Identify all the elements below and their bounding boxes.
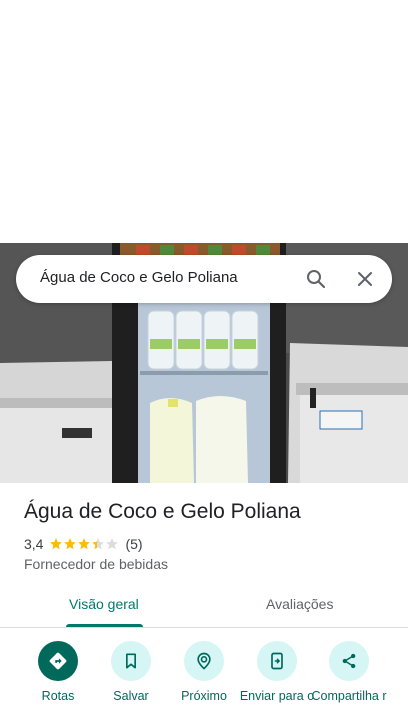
share-button[interactable]: Compartilha r <box>309 641 389 703</box>
reviews-count[interactable]: (5) <box>125 536 142 552</box>
directions-label: Rotas <box>41 689 75 703</box>
map-area <box>0 0 408 243</box>
close-icon[interactable] <box>353 267 377 291</box>
rating-row[interactable]: 3,4 (5) <box>24 536 143 552</box>
tab-bar: Visão geral Avaliações <box>0 584 408 628</box>
place-title: Água de Coco e Gelo Poliana <box>24 500 301 523</box>
star-icon <box>78 538 91 550</box>
tab-reviews[interactable]: Avaliações <box>266 596 333 612</box>
save-button[interactable]: Salvar <box>91 641 171 703</box>
star-icon <box>106 538 119 550</box>
save-label: Salvar <box>113 689 149 703</box>
rating-value: 3,4 <box>24 536 44 552</box>
place-category: Fornecedor de bebidas <box>24 556 168 572</box>
send-to-phone-icon <box>257 641 297 681</box>
bookmark-icon <box>111 641 151 681</box>
nearby-label: Próximo <box>181 689 227 703</box>
directions-button[interactable]: Rotas <box>18 641 98 703</box>
tab-overview[interactable]: Visão geral <box>69 596 139 612</box>
star-icon <box>92 538 105 550</box>
active-tab-indicator <box>66 624 143 627</box>
star-icon <box>50 538 63 550</box>
rating-stars <box>49 537 119 551</box>
nearby-button[interactable]: Próximo <box>164 641 244 703</box>
search-icon[interactable] <box>304 267 328 291</box>
send-to-phone-button[interactable]: Enviar para o <box>237 641 317 703</box>
share-icon <box>329 641 369 681</box>
nearby-icon <box>184 641 224 681</box>
send-to-phone-label: Enviar para o <box>239 689 315 703</box>
star-icon <box>64 538 77 550</box>
search-query[interactable]: Água de Coco e Gelo Poliana <box>40 269 238 286</box>
share-label: Compartilha r <box>311 689 387 703</box>
search-bar[interactable]: Água de Coco e Gelo Poliana <box>16 255 392 303</box>
directions-icon <box>38 641 78 681</box>
action-bar: Rotas Salvar Próximo Enviar para o Compa… <box>0 629 408 726</box>
